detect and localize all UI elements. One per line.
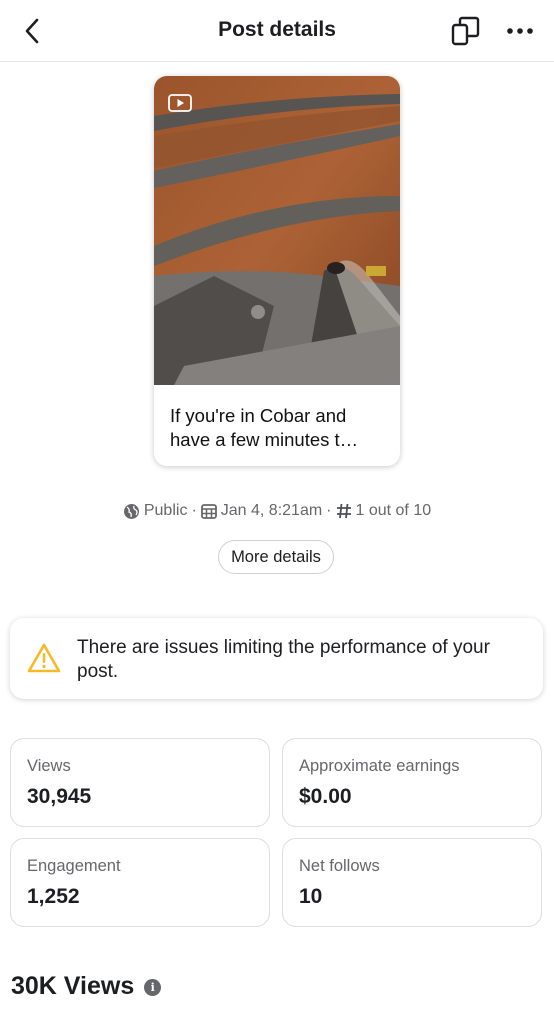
calendar-icon (200, 503, 217, 519)
stat-value: 30,945 (27, 785, 92, 808)
stat-label: Views (27, 757, 71, 775)
info-icon[interactable]: i (144, 979, 162, 996)
stat-label: Approximate earnings (299, 757, 460, 775)
copy-button[interactable] (446, 13, 486, 49)
views-section-title: 30K Views i (11, 972, 162, 1001)
stat-value: 10 (299, 885, 323, 908)
warning-text: There are issues limiting the performanc… (77, 637, 490, 682)
visibility-label: Public (143, 502, 188, 519)
post-meta: Public · Jan 4, 8:21am · 1 out of 10 (0, 502, 554, 520)
top-bar: Post details (0, 0, 554, 62)
video-play-icon (168, 94, 192, 112)
copy-icon (451, 16, 480, 46)
post-caption: If you're in Cobar and have a few minute… (170, 405, 359, 450)
stat-value: $0.00 (299, 785, 352, 808)
globe-icon (123, 503, 140, 520)
post-date: Jan 4, 8:21am (220, 502, 323, 519)
stat-card-engagement[interactable]: Engagement 1,252 (10, 838, 270, 927)
stat-card-views[interactable]: Views 30,945 (10, 738, 270, 827)
stat-card-earnings[interactable]: Approximate earnings $0.00 (282, 738, 542, 827)
stat-label: Engagement (27, 857, 121, 875)
stat-label: Net follows (299, 857, 380, 875)
more-details-button[interactable]: More details (218, 540, 334, 574)
performance-warning-banner[interactable]: There are issues limiting the performanc… (10, 618, 543, 699)
post-thumbnail (154, 76, 400, 385)
separator: · (326, 502, 332, 519)
more-dots-icon (507, 28, 533, 34)
separator: · (191, 502, 197, 519)
more-options-button[interactable] (502, 16, 538, 46)
post-rank: 1 out of 10 (355, 502, 432, 519)
stat-value: 1,252 (27, 885, 80, 908)
stat-card-net-follows[interactable]: Net follows 10 (282, 838, 542, 927)
section-title-text: 30K Views (11, 972, 135, 1000)
hash-icon (336, 503, 352, 519)
post-preview-card[interactable]: If you're in Cobar and have a few minute… (154, 76, 400, 466)
warning-triangle-icon (27, 643, 61, 673)
